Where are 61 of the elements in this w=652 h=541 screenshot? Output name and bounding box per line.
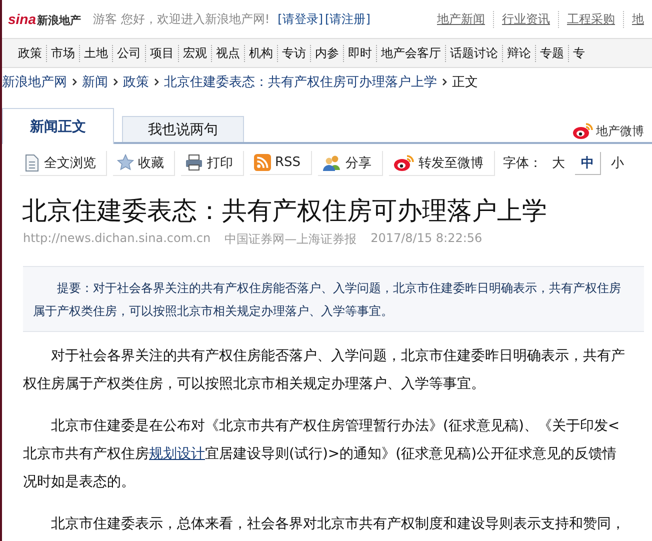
nav-link[interactable]: 政策 bbox=[10, 44, 46, 62]
toolbar-button[interactable]: 转发至微博 bbox=[388, 150, 495, 176]
toolbar-button[interactable]: RSS bbox=[250, 151, 312, 175]
chevron-icon bbox=[442, 78, 447, 86]
publish-time: 2017/8/15 8:22:56 bbox=[370, 231, 482, 247]
greeting-text: 游客 您好，欢迎进入新浪地产网! bbox=[93, 10, 270, 28]
header-link[interactable]: 地 bbox=[623, 10, 652, 28]
nav-link[interactable]: 内参 bbox=[310, 44, 343, 62]
breadcrumb-link[interactable]: 新浪地产网 bbox=[2, 73, 67, 91]
weibo-icon bbox=[572, 122, 594, 140]
breadcrumb-link[interactable]: 政策 bbox=[123, 73, 149, 91]
article-paragraph: 北京市住建委表示，总体来看，社会各界对北京市共有产权制度和建设导则表示支持和赞同， bbox=[50, 515, 626, 534]
logo-text[interactable]: 新浪地产 bbox=[37, 12, 82, 28]
nav-link[interactable]: 专题 bbox=[535, 44, 568, 62]
header-link[interactable]: 工程采购 bbox=[558, 10, 623, 28]
weibo-icon bbox=[392, 154, 415, 172]
nav-link[interactable]: 土地 bbox=[79, 44, 112, 62]
nav-link[interactable]: 辩论 bbox=[502, 44, 535, 62]
nav-link[interactable]: 宏观 bbox=[178, 44, 211, 62]
nav-link[interactable]: 即时 bbox=[343, 44, 376, 62]
article-paragraph: 对于社会各界关注的共有产权住房能否落户、入学问题，北京市住建委昨日明确表示，共有产权住房属于产权类住房，可以按照北京市相关规定办理落户、入学等事宜。 bbox=[23, 347, 626, 394]
chevron-icon bbox=[154, 78, 159, 86]
article-title: 北京住建委表态：共有产权住房可办理落户上学 bbox=[22, 195, 548, 227]
toolbar-button[interactable]: 打印 bbox=[181, 150, 244, 176]
font-size-label: 字体： bbox=[503, 155, 542, 172]
nav-link[interactable]: 视点 bbox=[211, 44, 244, 62]
nav-link[interactable]: 专 bbox=[568, 44, 589, 62]
toolbar-button[interactable]: 全文浏览 bbox=[20, 150, 107, 176]
breadcrumb-link[interactable]: 新闻 bbox=[82, 73, 108, 91]
register-link[interactable]: [请注册] bbox=[325, 10, 370, 28]
people-icon bbox=[322, 154, 342, 171]
star-icon bbox=[117, 154, 134, 171]
tab[interactable]: 我也说两句 bbox=[122, 116, 244, 142]
login-link[interactable]: [请登录] bbox=[278, 10, 324, 28]
header-link[interactable]: 行业资讯 bbox=[493, 10, 558, 28]
nav-link[interactable]: 市场 bbox=[46, 44, 79, 62]
summary-text: 提要：对于社会各界关注的共有产权住房能否落户、入学问题，北京市住建委昨日明确表示，共有产权住房属于产权类住房，可以按照北京市相关规定办理落户、入学等事宜。 bbox=[23, 266, 644, 332]
tab[interactable]: 新闻正文 bbox=[2, 108, 114, 144]
toolbar-button[interactable]: 分享 bbox=[318, 150, 383, 176]
nav-link[interactable]: 话题讨论 bbox=[445, 44, 502, 62]
header-link[interactable]: 地产新闻 bbox=[429, 10, 493, 28]
nav-link[interactable]: 项目 bbox=[145, 44, 178, 62]
chevron-icon bbox=[72, 78, 77, 86]
source-url: http://news.dichan.sina.com.cn bbox=[23, 231, 211, 247]
source-name: 中国证券网—上海证券报 bbox=[224, 231, 357, 248]
article-paragraph: 北京市住建委是在公布对《北京市共有产权住房管理暂行办法》(征求意见稿)、《关于印发<北京市共有产权住房规划设计宜居建设导则(试行)>的通知》(征求意见稿)公开征求意见的反馈情况时如是表态的。 bbox=[23, 417, 621, 492]
breadcrumb-link[interactable]: 北京住建委表态：共有产权住房可办理落户上学 bbox=[164, 73, 437, 91]
chevron-icon bbox=[113, 78, 118, 86]
nav-link[interactable]: 机构 bbox=[244, 44, 277, 62]
article-link[interactable]: 规划设计 bbox=[149, 446, 205, 462]
nav-link[interactable]: 地产会客厅 bbox=[376, 44, 445, 62]
printer-icon bbox=[185, 154, 203, 171]
logo-mark[interactable]: sina bbox=[8, 10, 36, 26]
weibo-link[interactable]: 地产微博 bbox=[596, 122, 644, 140]
toolbar-button[interactable]: 收藏 bbox=[113, 150, 175, 176]
font-size-option[interactable]: 中 bbox=[575, 152, 601, 174]
document-icon bbox=[24, 154, 40, 172]
nav-link[interactable]: 公司 bbox=[112, 44, 145, 62]
current-page-label: 正文 bbox=[452, 74, 478, 91]
rss-icon bbox=[254, 154, 271, 171]
nav-link[interactable]: 专访 bbox=[277, 44, 310, 62]
